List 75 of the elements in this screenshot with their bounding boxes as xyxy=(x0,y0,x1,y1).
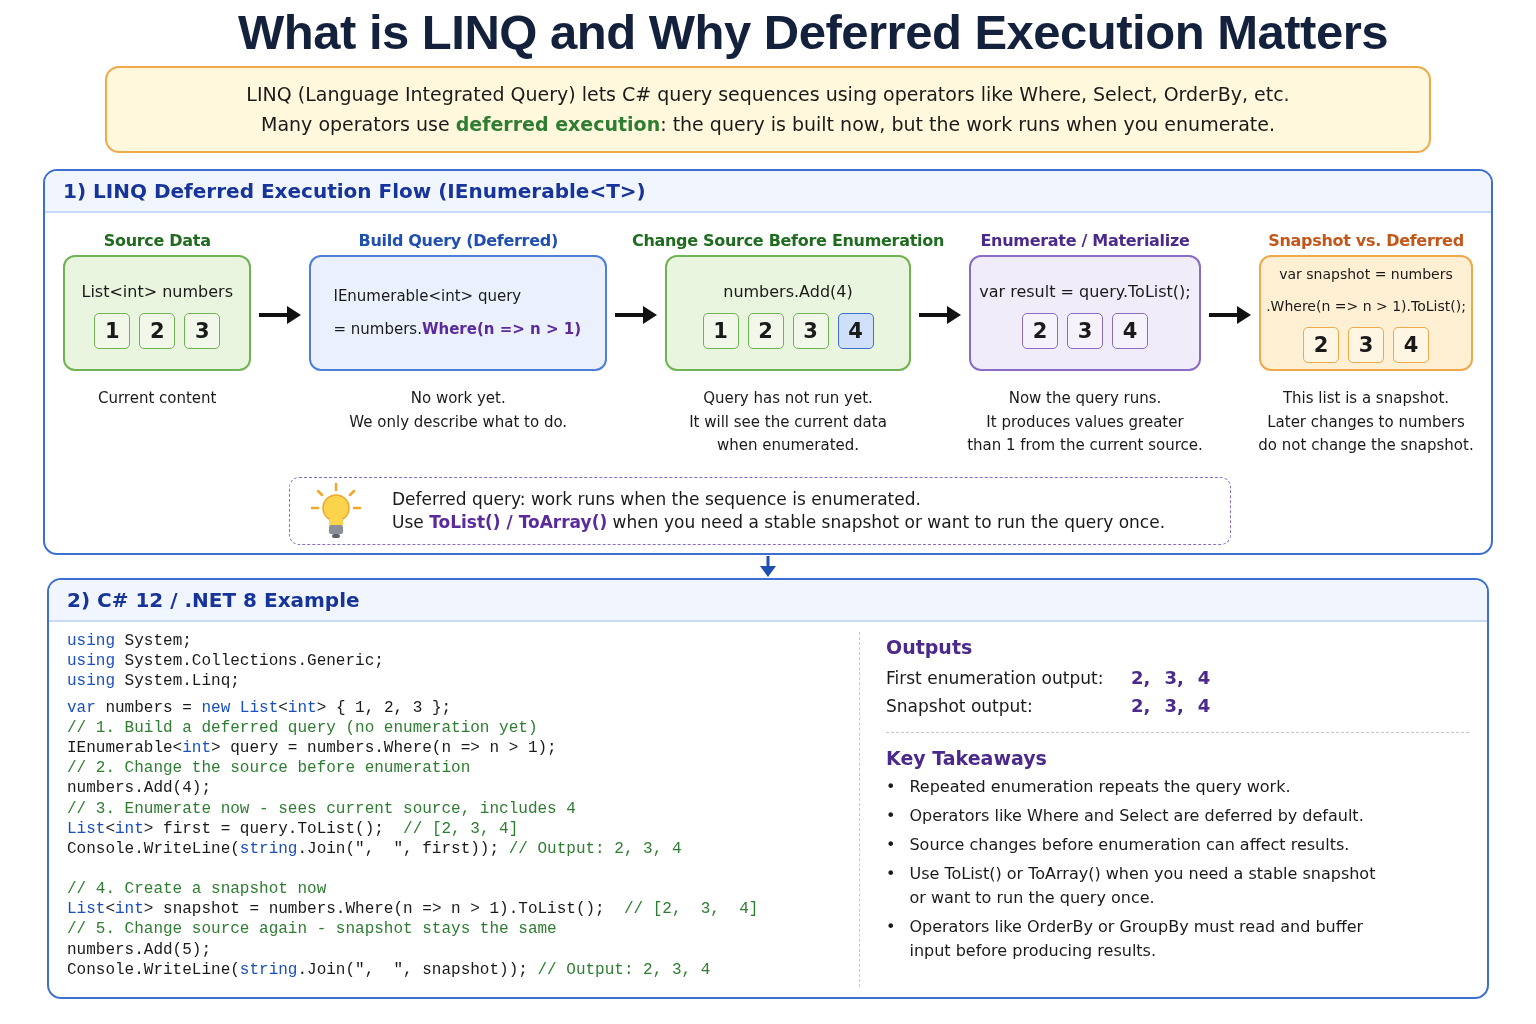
stage-caption: Now the query runs. It produces values greater than 1 from the current source. xyxy=(967,388,1203,456)
intro-text: Many operators use deferred execution: the query is built now, but the work runs when you enumerate. xyxy=(261,111,1275,137)
output-value: 3, xyxy=(1164,666,1184,691)
output-label: Snapshot output: xyxy=(886,695,1034,719)
section-heading: Key Takeaways xyxy=(886,747,1048,770)
output-value: 4 xyxy=(1197,694,1211,719)
takeaway-text: Repeated enumeration repeats the query work. xyxy=(909,776,1291,799)
down-arrow-icon xyxy=(758,556,778,579)
lightbulb-icon xyxy=(310,482,362,541)
output-value: 4 xyxy=(1197,666,1211,691)
bullet-marker: • xyxy=(886,805,896,828)
stage-caption: No work yet. We only describe what to do. xyxy=(349,388,568,433)
code-line: using System.Linq; xyxy=(67,672,241,693)
stage-heading: Source Data xyxy=(103,229,211,252)
value-chip: 3 xyxy=(184,312,221,349)
code-text: .Where(n => n > 1).ToList(); xyxy=(1266,297,1466,317)
stage-heading: Snapshot vs. Deferred xyxy=(1268,229,1464,252)
value-chip: 3 xyxy=(1348,327,1384,364)
value-chip: 2 xyxy=(1303,327,1339,364)
code-line: Console.WriteLine(string.Join(", ", snapshot)); // Output: 2, 3, 4 xyxy=(67,960,712,981)
stage-caption: Query has not run yet. It will see the current data when enumerated. xyxy=(689,388,887,456)
code-line: Console.WriteLine(string.Join(", ", first)); // Output: 2, 3, 4 xyxy=(67,839,683,860)
code-line: using System.Collections.Generic; xyxy=(67,652,385,673)
takeaway-text: Operators like OrderBy or GroupBy must read and buffer input before producing results. xyxy=(909,916,1365,963)
panel-heading: 1) LINQ Deferred Execution Flow (IEnumerable<T>) xyxy=(45,171,1491,214)
code-text: var result = query.ToList(); xyxy=(979,280,1191,303)
code-text: List<int> numbers xyxy=(81,280,233,303)
bullet-marker: • xyxy=(886,834,896,857)
stage-heading: Build Query (Deferred) xyxy=(358,229,558,252)
code-line: // 3. Enumerate now - sees current source, includes 4 xyxy=(67,799,577,820)
bullet-marker: • xyxy=(886,916,896,939)
output-value: 2, xyxy=(1131,666,1151,691)
value-chip: 2 xyxy=(139,312,176,349)
value-chip: 4 xyxy=(837,312,874,349)
stage-heading: Enumerate / Materialize xyxy=(980,229,1190,252)
value-chip: 1 xyxy=(702,312,739,349)
value-chip: 1 xyxy=(94,312,131,349)
code-text: IEnumerable<int> query xyxy=(333,285,522,307)
page-title: What is LINQ and Why Deferred Execution Matters xyxy=(238,4,1388,60)
note-text: Deferred query: work runs when the sequence is enumerated. xyxy=(392,488,922,512)
code-line: // 1. Build a deferred query (no enumeration yet) xyxy=(67,718,539,739)
code-line: List<int> snapshot = numbers.Where(n => n > 1).ToList(); // [2, 3, 4] xyxy=(67,900,760,921)
output-value: 3, xyxy=(1164,694,1184,719)
section-heading: Outputs xyxy=(886,636,974,659)
code-line: // 4. Create a snapshot now xyxy=(67,880,328,901)
value-chip: 2 xyxy=(747,312,784,349)
code-line: numbers.Add(4); xyxy=(67,779,213,800)
output-value: 2, xyxy=(1131,694,1151,719)
intro-text: LINQ (Language Integrated Query) lets C# query sequences using operators like Where, Select, OrderBy, etc. xyxy=(246,82,1290,107)
takeaway-text: Operators like Where and Select are deferred by default. xyxy=(909,805,1364,828)
note-text: Use ToList() / ToArray() when you need a stable snapshot or want to run the query once. xyxy=(392,511,1166,534)
bullet-marker: • xyxy=(886,863,896,886)
stage-caption: Current content xyxy=(97,388,217,410)
code-line: // 5. Change source again - snapshot stays the same xyxy=(67,920,558,941)
code-line: var numbers = new List<int> { 1, 2, 3 }; xyxy=(67,698,453,719)
value-chip: 3 xyxy=(1067,312,1103,349)
value-chip: 3 xyxy=(792,312,829,349)
value-chip: 2 xyxy=(1022,312,1058,349)
bullet-marker: • xyxy=(886,776,896,799)
code-text: numbers.Add(4) xyxy=(723,280,853,303)
stage-heading: Change Source Before Enumeration xyxy=(631,229,945,252)
code-line: numbers.Add(5); xyxy=(67,940,213,961)
code-line: using System; xyxy=(67,632,193,653)
takeaway-text: Use ToList() or ToArray() when you need a stable snapshot or want to run the query once. xyxy=(909,863,1377,910)
value-chip: 4 xyxy=(1393,327,1429,364)
takeaway-text: Source changes before enumeration can affect results. xyxy=(909,834,1350,857)
value-chip: 4 xyxy=(1112,312,1148,349)
code-line: IEnumerable<int> query = numbers.Where(n => n > 1); xyxy=(67,738,558,759)
code-text: var snapshot = numbers xyxy=(1279,265,1453,285)
code-line: List<int> first = query.ToList(); // [2, 3, 4] xyxy=(67,819,520,840)
panel-heading: 2) C# 12 / .NET 8 Example xyxy=(49,580,1487,623)
code-line: // 2. Change the source before enumeration xyxy=(67,759,472,780)
stage-caption: This list is a snapshot. Later changes to numbers do not change the snapshot. xyxy=(1258,388,1474,456)
output-label: First enumeration output: xyxy=(886,667,1105,691)
code-text: = numbers.Where(n => n > 1) xyxy=(333,319,581,341)
